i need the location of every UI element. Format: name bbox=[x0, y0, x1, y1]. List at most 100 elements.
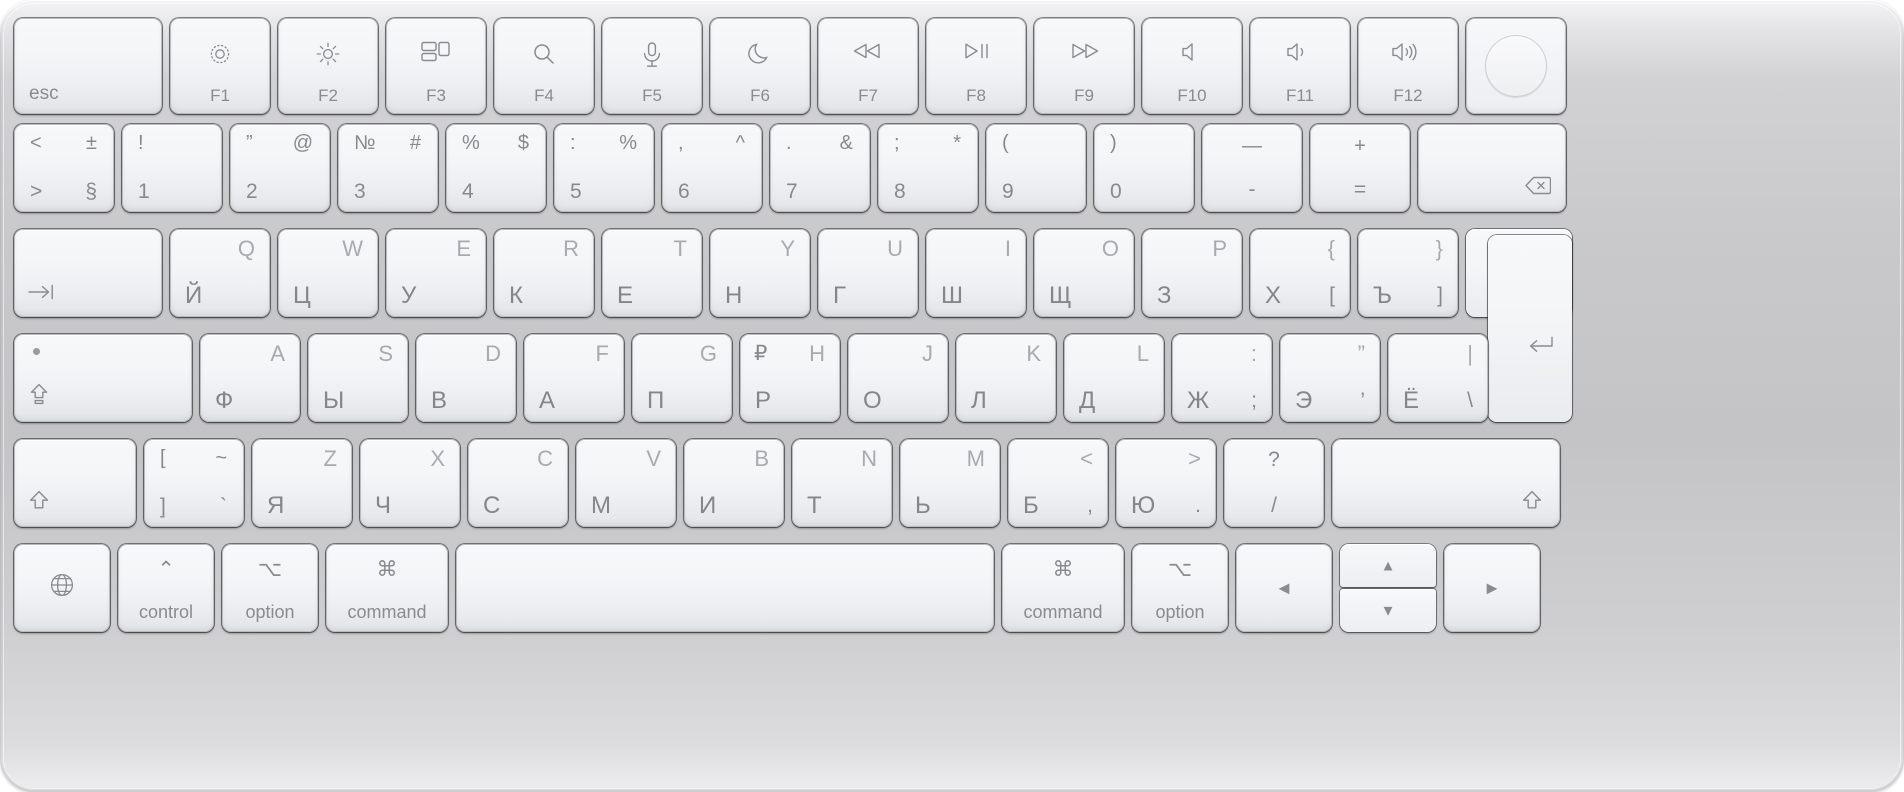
key-semicolon[interactable]: : Ж ; bbox=[1172, 334, 1272, 422]
key-a[interactable]: A Ф bbox=[200, 334, 300, 422]
arrow-right-key[interactable]: ▶ bbox=[1444, 544, 1540, 632]
caps-lock-key[interactable] bbox=[14, 334, 192, 422]
legend-alt: % bbox=[619, 132, 637, 154]
control-left-key[interactable]: ⌃ control bbox=[118, 544, 214, 632]
arrow-up-down-keys[interactable]: ▲ ▼ bbox=[1340, 544, 1436, 632]
f2-brightness-up-key[interactable]: F2 bbox=[278, 18, 378, 114]
esc-key[interactable]: esc bbox=[14, 18, 162, 114]
key-minus[interactable]: — - bbox=[1202, 124, 1302, 212]
key-period[interactable]: > Ю . bbox=[1116, 439, 1216, 527]
key-comma[interactable]: < Б , bbox=[1008, 439, 1108, 527]
legend-base: 8 bbox=[894, 180, 906, 203]
legend-base: 3 bbox=[354, 180, 366, 203]
key-1[interactable]: ! 1 bbox=[122, 124, 222, 212]
f4-label: F4 bbox=[534, 86, 554, 105]
space-key[interactable] bbox=[456, 544, 994, 632]
option-left-key[interactable]: ⌥ option bbox=[222, 544, 318, 632]
touch-id-key[interactable] bbox=[1466, 18, 1566, 114]
arrow-up-key[interactable]: ▲ bbox=[1340, 544, 1436, 587]
f4-spotlight-key[interactable]: F4 bbox=[494, 18, 594, 114]
key-9[interactable]: ( 9 bbox=[986, 124, 1086, 212]
key-bracket-right[interactable]: } Ъ ] bbox=[1358, 229, 1458, 317]
key-y[interactable]: Y Н bbox=[710, 229, 810, 317]
key-b[interactable]: B И bbox=[684, 439, 784, 527]
fast-forward-icon bbox=[1035, 41, 1133, 61]
command-left-key[interactable]: ⌘ command bbox=[326, 544, 448, 632]
key-s[interactable]: S Ы bbox=[308, 334, 408, 422]
legend-cyrillic: Ь bbox=[915, 492, 931, 519]
key-i[interactable]: I Ш bbox=[926, 229, 1026, 317]
key-r[interactable]: R К bbox=[494, 229, 594, 317]
key-l[interactable]: L Д bbox=[1064, 334, 1164, 422]
legend-base: 0 bbox=[1110, 180, 1122, 203]
key-4[interactable]: % $ 4 bbox=[446, 124, 546, 212]
shift-icon bbox=[1521, 490, 1543, 516]
key-8[interactable]: ; * 8 bbox=[878, 124, 978, 212]
shift-icon bbox=[28, 490, 50, 516]
f5-dictation-key[interactable]: F5 bbox=[602, 18, 702, 114]
key-t[interactable]: T Е bbox=[602, 229, 702, 317]
key-7[interactable]: . & 7 bbox=[770, 124, 870, 212]
key-u[interactable]: U Г bbox=[818, 229, 918, 317]
key-g[interactable]: G П bbox=[632, 334, 732, 422]
key-6[interactable]: , ^ 6 bbox=[662, 124, 762, 212]
key-backtick[interactable]: [ ~ ] ` bbox=[144, 439, 244, 527]
section-key[interactable]: < ± > § bbox=[14, 124, 114, 212]
legend-latin: A bbox=[270, 341, 285, 366]
shift-left-key[interactable] bbox=[14, 439, 136, 527]
arrow-left-key[interactable]: ◀ bbox=[1236, 544, 1332, 632]
key-h[interactable]: H Р ₽ bbox=[740, 334, 840, 422]
key-k[interactable]: K Л bbox=[956, 334, 1056, 422]
globe-fn-key[interactable] bbox=[14, 544, 110, 632]
key-q[interactable]: Q Й bbox=[170, 229, 270, 317]
f9-fast-forward-key[interactable]: F9 bbox=[1034, 18, 1134, 114]
tab-key[interactable] bbox=[14, 229, 162, 317]
legend-cyrillic: И bbox=[699, 492, 717, 519]
key-x[interactable]: X Ч bbox=[360, 439, 460, 527]
legend-latin: I bbox=[1004, 236, 1011, 261]
legend-cyrillic: Х bbox=[1265, 282, 1282, 309]
key-z[interactable]: Z Я bbox=[252, 439, 352, 527]
f12-volume-up-key[interactable]: F12 bbox=[1358, 18, 1458, 114]
f6-do-not-disturb-key[interactable]: F6 bbox=[710, 18, 810, 114]
arrow-down-key[interactable]: ▼ bbox=[1340, 589, 1436, 632]
option-right-key[interactable]: ⌥ option bbox=[1132, 544, 1228, 632]
key-quote[interactable]: ” Э ’ bbox=[1280, 334, 1380, 422]
key-backslash[interactable]: | Ё \ bbox=[1388, 334, 1488, 422]
f8-play-pause-key[interactable]: F8 bbox=[926, 18, 1026, 114]
key-v[interactable]: V М bbox=[576, 439, 676, 527]
key-w[interactable]: W Ц bbox=[278, 229, 378, 317]
key-slash[interactable]: ? / bbox=[1224, 439, 1324, 527]
key-e[interactable]: E У bbox=[386, 229, 486, 317]
key-n[interactable]: N Т bbox=[792, 439, 892, 527]
f11-label: F11 bbox=[1285, 86, 1315, 105]
key-f[interactable]: F А bbox=[524, 334, 624, 422]
key-2[interactable]: ” @ 2 bbox=[230, 124, 330, 212]
key-bracket-left[interactable]: { Х [ bbox=[1250, 229, 1350, 317]
rewind-icon bbox=[819, 41, 917, 61]
command-right-key[interactable]: ⌘ command bbox=[1002, 544, 1124, 632]
f10-mute-key[interactable]: F10 bbox=[1142, 18, 1242, 114]
key-c[interactable]: C С bbox=[468, 439, 568, 527]
key-d[interactable]: D В bbox=[416, 334, 516, 422]
legend-alt: \ bbox=[1467, 389, 1473, 412]
f7-rewind-key[interactable]: F7 bbox=[818, 18, 918, 114]
f11-volume-down-key[interactable]: F11 bbox=[1250, 18, 1350, 114]
key-3[interactable]: № # 3 bbox=[338, 124, 438, 212]
key-p[interactable]: P З bbox=[1142, 229, 1242, 317]
legend-primary: [ bbox=[160, 447, 166, 469]
legend-alt-bottom: § bbox=[85, 180, 97, 203]
key-j[interactable]: J О bbox=[848, 334, 948, 422]
key-equals[interactable]: + = bbox=[1310, 124, 1410, 212]
f1-brightness-down-key[interactable]: F1 bbox=[170, 18, 270, 114]
key-o[interactable]: O Щ bbox=[1034, 229, 1134, 317]
key-m[interactable]: M Ь bbox=[900, 439, 1000, 527]
shift-right-key[interactable] bbox=[1332, 439, 1560, 527]
delete-key[interactable] bbox=[1418, 124, 1566, 212]
key-0[interactable]: ) 0 bbox=[1094, 124, 1194, 212]
key-5[interactable]: : % 5 bbox=[554, 124, 654, 212]
legend-base: 5 bbox=[570, 180, 582, 203]
legend-base: 7 bbox=[786, 180, 798, 203]
f3-mission-control-key[interactable]: F3 bbox=[386, 18, 486, 114]
legend-shift: — bbox=[1242, 135, 1262, 157]
